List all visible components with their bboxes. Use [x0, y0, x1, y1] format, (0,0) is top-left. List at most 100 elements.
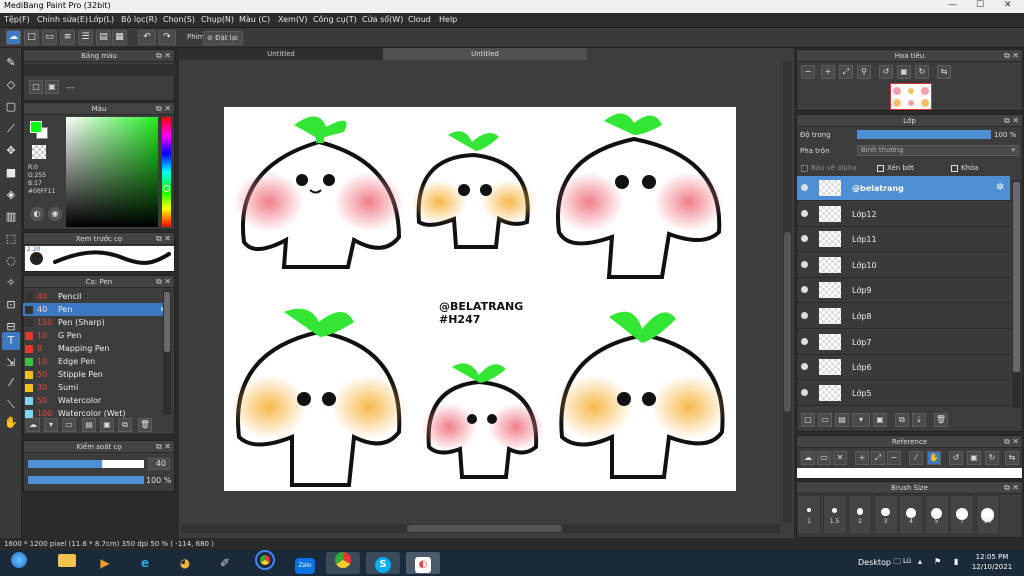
brush-item[interactable]: 10 G Pen [23, 329, 171, 342]
menu-select[interactable]: Chọn(S) [163, 15, 195, 24]
bucket-tool-icon[interactable]: ◈ [2, 186, 20, 204]
menu-view[interactable]: Xem(V) [278, 15, 308, 24]
select-pen-icon[interactable]: ⊡ [2, 296, 20, 314]
vertical-scrollbar[interactable] [783, 62, 792, 522]
brush-opacity-slider[interactable] [28, 476, 144, 484]
palette-item[interactable]: --- [66, 83, 75, 92]
flip-icon[interactable]: ⇆ [937, 65, 951, 79]
layer-row[interactable]: Lớp10 [797, 252, 1010, 278]
move-tool-icon[interactable]: ✥ [2, 142, 20, 160]
eye-icon[interactable] [801, 235, 808, 243]
skype-icon[interactable]: S [366, 552, 400, 574]
brush-item[interactable]: 30 Sumi [23, 381, 171, 394]
lock-checkbox[interactable] [951, 165, 958, 172]
brush-item[interactable]: 10 Edge Pen [23, 355, 171, 368]
brush-duplicate-icon[interactable]: ⧉ [118, 418, 132, 432]
menu-color[interactable]: Màu (C) [239, 15, 270, 24]
flag-icon[interactable]: ⚑ [934, 557, 941, 566]
rotate-right-icon[interactable]: ↻ [915, 65, 929, 79]
brush-item[interactable]: 8 Mapping Pen [23, 342, 171, 355]
reset-button[interactable]: ⊘ Đặt lại [203, 31, 243, 45]
internet-explorer-icon[interactable]: e [128, 552, 162, 574]
reference-flip-icon[interactable]: ⇆ [1005, 451, 1019, 465]
protect-alpha-checkbox[interactable] [801, 165, 808, 172]
clock-date[interactable]: 12/10/2021 [970, 563, 1014, 571]
palette-add-icon[interactable]: ▣ [45, 80, 59, 94]
palette-icon[interactable]: ◐ [30, 207, 44, 221]
layer-settings-icon[interactable]: ✲ [996, 182, 1004, 193]
reference-cloud-icon[interactable]: ☁ [801, 451, 815, 465]
brush-cloud-icon[interactable]: ☁ [26, 418, 40, 432]
desktop-label[interactable]: Desktop [858, 558, 891, 567]
close-icon[interactable]: ⧉ ✕ [156, 441, 171, 453]
brush-item[interactable]: 50 Stipple Pen [23, 368, 171, 381]
eye-icon[interactable] [801, 337, 808, 345]
eye-icon[interactable] [801, 184, 808, 191]
close-icon[interactable]: ⧉ ✕ [1004, 436, 1019, 448]
reference-rotate-left-icon[interactable]: ↺ [949, 451, 963, 465]
eye-icon[interactable] [801, 363, 808, 371]
reference-canvas[interactable] [797, 468, 1022, 478]
reference-eyedropper-icon[interactable]: ⁄ [909, 451, 923, 465]
brush-item[interactable]: 40Pen✲ [23, 303, 171, 316]
cloud-icon[interactable]: ☁ [6, 30, 21, 45]
chrome-active-icon[interactable] [326, 552, 360, 574]
navigator-thumbnail[interactable] [890, 83, 932, 110]
close-icon[interactable]: ⧉ ✕ [156, 276, 171, 288]
brush-size-value[interactable]: 40 [148, 458, 170, 470]
language-indicator[interactable]: Lü [903, 557, 911, 565]
comment-icon[interactable]: ▭ [42, 30, 57, 45]
close-button[interactable]: ✕ [1004, 0, 1012, 10]
brush-item[interactable]: 40 Pencil [23, 290, 171, 303]
menu-snap[interactable]: Chụp(N) [201, 15, 234, 24]
reference-zoom-in-icon[interactable]: + [855, 451, 869, 465]
menu-edit[interactable]: Chỉnh sửa(E) [37, 15, 88, 24]
transparent-color-swatch[interactable] [32, 145, 46, 159]
media-player-icon[interactable]: ▶ [88, 552, 122, 574]
reference-open-icon[interactable]: ▭ [817, 451, 831, 465]
eye-icon[interactable] [801, 388, 808, 396]
close-icon[interactable]: ⧉ ✕ [156, 233, 171, 245]
line-tool-icon[interactable]: ⟋ [2, 120, 20, 138]
divide-tool-icon[interactable]: ⟍ [2, 396, 20, 414]
blend-mode-select[interactable]: Bình thường ▾ [857, 145, 1019, 156]
close-icon[interactable]: ⧉ ✕ [156, 103, 171, 115]
trash-icon[interactable]: 🗑 [138, 418, 152, 432]
horizontal-scrollbar[interactable] [182, 524, 780, 533]
close-icon[interactable]: ⧉ ✕ [156, 50, 171, 62]
operation-tool-icon[interactable]: ⇲ [2, 354, 20, 372]
delete-layer-icon[interactable]: 🗑 [934, 413, 948, 427]
menu-file[interactable]: Tệp(F) [4, 15, 30, 24]
reference-rotate-right-icon[interactable]: ↻ [985, 451, 999, 465]
eye-icon[interactable] [801, 312, 808, 319]
new-file-icon[interactable]: □ [24, 30, 39, 45]
merge-layer-icon[interactable]: ⇣ [912, 413, 926, 427]
palette-swatch-strip[interactable] [24, 64, 176, 76]
brush-copy-icon[interactable]: ▭ [62, 418, 76, 432]
layer-list-scrollbar[interactable] [1012, 180, 1021, 408]
minimize-button[interactable]: — [948, 0, 957, 10]
brush-item[interactable]: 50 Watercolor [23, 394, 171, 407]
brush-add-icon[interactable]: ▾ [44, 418, 58, 432]
grid-icon[interactable]: ▦ [112, 30, 127, 45]
brush-import-icon[interactable]: ▤ [82, 418, 96, 432]
tab-untitled-2[interactable]: Untitled [383, 48, 587, 60]
reference-zoom-out-icon[interactable]: − [887, 451, 901, 465]
file-explorer-icon[interactable] [50, 552, 84, 574]
reference-fit-icon[interactable]: ⤢ [871, 451, 885, 465]
foreground-color-swatch[interactable] [30, 121, 42, 133]
brush-folder-icon[interactable]: ▣ [100, 418, 114, 432]
layer-row[interactable]: Lớp9 [797, 278, 1010, 304]
maximize-button[interactable]: ☐ [976, 0, 984, 10]
layer-row[interactable]: @belatrang [797, 176, 1010, 201]
brush-size-cell[interactable]: 5 [924, 495, 949, 535]
magic-wand-tool-icon[interactable]: ✧ [2, 274, 20, 292]
brush-size-cell[interactable]: 7 [950, 495, 974, 535]
layer-row[interactable]: Lớp8 [797, 304, 1010, 329]
zoom-in-icon[interactable]: + [821, 65, 835, 79]
gradient-tool-icon[interactable]: ▥ [2, 208, 20, 226]
hue-slider[interactable] [162, 117, 171, 227]
layer-row[interactable]: Lớp6 [797, 355, 1010, 381]
close-icon[interactable]: ⧉ ✕ [1004, 115, 1019, 127]
clipping-checkbox[interactable] [877, 165, 884, 172]
